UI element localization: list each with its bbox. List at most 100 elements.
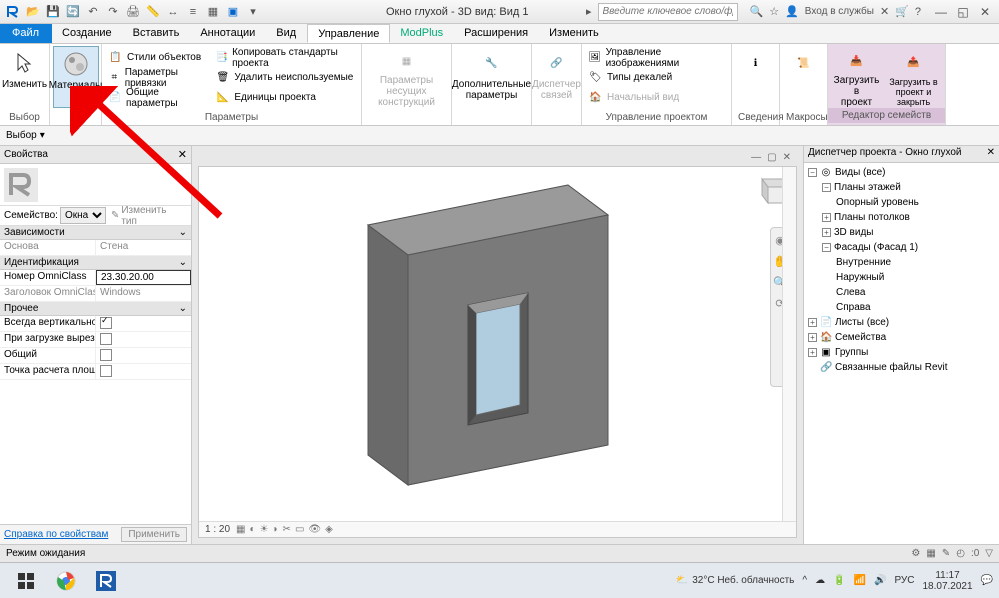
tree-item[interactable]: Наружный — [836, 272, 884, 283]
load-close-button[interactable]: 📤 Загрузить в проект и закрыть — [885, 46, 943, 108]
favorite-icon[interactable]: ☆ — [769, 5, 779, 18]
project-units-button[interactable]: 📐Единицы проекта — [215, 88, 355, 107]
info-button[interactable]: ℹ — [733, 46, 779, 108]
measure-icon[interactable]: 📏 — [146, 5, 160, 19]
restore-button[interactable]: ◱ — [953, 5, 973, 19]
view-close-icon[interactable]: ✕ — [783, 152, 791, 166]
dim-icon[interactable]: ↔ — [166, 5, 180, 19]
tree-item[interactable]: Связанные файлы Revit — [835, 362, 948, 373]
tab-manage[interactable]: Управление — [307, 24, 390, 43]
info-arrow-icon[interactable]: ▸ — [586, 5, 592, 18]
copy-standards-button[interactable]: 📑Копировать стандарты проекта — [215, 48, 355, 67]
cart-icon[interactable]: 🛒 — [895, 5, 909, 18]
status-icon[interactable]: ▦ — [926, 548, 935, 559]
close-icon[interactable]: ✕ — [987, 147, 995, 161]
battery-icon[interactable]: 🔋 — [833, 575, 845, 586]
cloud-icon[interactable]: ☁ — [815, 575, 825, 586]
revit-button[interactable] — [86, 566, 126, 596]
tree-item[interactable]: Планы этажей — [834, 182, 901, 193]
tree-item[interactable]: Внутренние — [836, 257, 891, 268]
tab-annotate[interactable]: Аннотации — [190, 24, 266, 43]
tab-file[interactable]: Файл — [0, 24, 52, 43]
shadow-icon[interactable]: ◗ — [273, 524, 279, 535]
status-icon[interactable]: ✎ — [942, 548, 950, 559]
object-styles-button[interactable]: 📋Стили объектов — [108, 48, 207, 67]
infocenter-icon[interactable]: 🔍 — [750, 5, 764, 18]
shared-params-button[interactable]: 📄Общие параметры — [108, 88, 207, 107]
other-group[interactable]: Прочее⌄ — [0, 302, 191, 316]
qat-dropdown-icon[interactable]: ▾ — [246, 5, 260, 19]
expand-icon[interactable]: + — [808, 333, 817, 342]
expand-icon[interactable]: − — [822, 183, 831, 192]
viewport-3d[interactable]: ◉ ✋ 🔍 ⟳ 1 : 20 — [198, 166, 797, 538]
close-icon[interactable]: ✕ — [178, 148, 187, 161]
switch-win-icon[interactable]: ▣ — [226, 5, 240, 19]
macros-button[interactable]: 📜 — [781, 46, 827, 108]
tree-item[interactable]: Слева — [836, 287, 865, 298]
crop-icon[interactable]: ✂ — [283, 524, 291, 535]
tree-item[interactable]: Фасады (Фасад 1) — [834, 242, 918, 253]
modify-button[interactable]: Изменить — [2, 46, 48, 108]
notifications-icon[interactable]: 💬 — [981, 575, 993, 586]
close-hidden-icon[interactable]: ▦ — [206, 5, 220, 19]
on-load-cut-checkbox[interactable] — [100, 333, 112, 345]
sync-icon[interactable]: 🔄 — [66, 5, 80, 19]
thin-lines-icon[interactable]: ≡ — [186, 5, 200, 19]
extra-params-button[interactable]: 🔧 Дополнительные параметры — [469, 46, 515, 108]
tree-item[interactable]: Справа — [836, 302, 871, 313]
tree-item[interactable]: Листы (все) — [835, 317, 889, 328]
open-icon[interactable]: 📂 — [26, 5, 40, 19]
tab-insert[interactable]: Вставить — [123, 24, 191, 43]
expand-icon[interactable]: + — [808, 318, 817, 327]
tray-up-icon[interactable]: ^ — [802, 575, 807, 586]
expand-icon[interactable]: − — [822, 243, 831, 252]
print-icon[interactable]: 🖨 — [126, 5, 140, 19]
visual-style-icon[interactable]: ◐ — [249, 524, 255, 535]
lang-indicator[interactable]: РУС — [894, 575, 914, 586]
load-project-button[interactable]: 📥 Загрузить в проект — [831, 46, 883, 108]
omniclass-num-value[interactable]: 23.30.20.00 — [96, 270, 191, 285]
tab-view[interactable]: Вид — [266, 24, 307, 43]
save-icon[interactable]: 💾 — [46, 5, 60, 19]
login-link[interactable]: Вход в службы — [805, 6, 874, 17]
decal-types-button[interactable]: 🏷Типы декалей — [588, 68, 725, 87]
apply-button[interactable]: Применить — [121, 527, 187, 542]
snap-params-button[interactable]: ⌗Параметры привязки — [108, 68, 207, 87]
tree-item[interactable]: Семейства — [835, 332, 886, 343]
tree-item[interactable]: Планы потолков — [834, 212, 910, 223]
close-button[interactable]: ✕ — [975, 5, 995, 19]
hide-icon[interactable]: 👁 — [308, 524, 321, 535]
tab-modify[interactable]: Изменить — [539, 24, 610, 43]
reveal-icon[interactable]: ◈ — [325, 524, 333, 535]
start-button[interactable] — [6, 566, 46, 596]
tab-extensions[interactable]: Расширения — [454, 24, 539, 43]
manage-images-button[interactable]: 🖼Управление изображениями — [588, 48, 725, 67]
edit-type-button[interactable]: ✎Изменить тип — [108, 205, 187, 227]
materials-button[interactable]: Материалы — [53, 46, 99, 108]
user-icon[interactable]: 👤 — [785, 5, 799, 18]
identity-group[interactable]: Идентификация⌄ — [0, 256, 191, 270]
help-icon[interactable]: ? — [915, 6, 921, 18]
tree-item[interactable]: Опорный уровень — [836, 197, 919, 208]
chrome-button[interactable] — [46, 566, 86, 596]
base-value[interactable]: Стена — [96, 240, 191, 255]
crop-region-icon[interactable]: ▭ — [295, 524, 304, 535]
status-filter-icon[interactable]: ▽ — [985, 548, 993, 559]
detail-icon[interactable]: ▦ — [236, 524, 245, 535]
tab-create[interactable]: Создание — [52, 24, 123, 43]
expand-icon[interactable]: + — [822, 228, 831, 237]
sound-icon[interactable]: 🔊 — [874, 575, 886, 586]
properties-help-link[interactable]: Справка по свойствам — [4, 529, 108, 540]
undo-icon[interactable]: ↶ — [86, 5, 100, 19]
view-max-icon[interactable]: ▢ — [767, 152, 776, 166]
shared-checkbox[interactable] — [100, 349, 112, 361]
wifi-icon[interactable]: 📶 — [854, 575, 866, 586]
tree-item[interactable]: 3D виды — [834, 227, 873, 238]
calc-point-checkbox[interactable] — [100, 365, 112, 377]
scale-value[interactable]: 1 : 20 — [205, 524, 230, 535]
status-icon[interactable]: ⚙ — [911, 548, 920, 559]
expand-icon[interactable]: + — [808, 348, 817, 357]
weather-widget[interactable]: ⛅ 32°C Неб. облачность — [676, 575, 795, 586]
revit-logo-icon[interactable] — [6, 5, 20, 19]
redo-icon[interactable]: ↷ — [106, 5, 120, 19]
